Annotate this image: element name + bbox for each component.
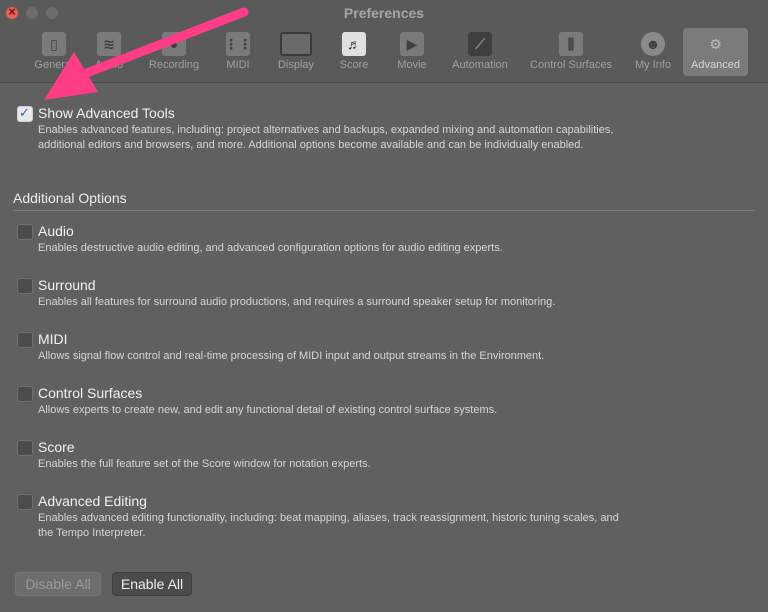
advanced-editing-desc-line1: Enables advanced editing functionality, … xyxy=(38,512,619,524)
tab-audio-label: Audio xyxy=(94,59,124,71)
show-advanced-tools-checkbox[interactable] xyxy=(17,105,33,122)
disable-all-button[interactable]: Disable All xyxy=(15,572,101,596)
surround-option-label[interactable]: Surround xyxy=(38,277,96,293)
advanced-editing-checkbox[interactable] xyxy=(17,494,33,510)
tab-advanced[interactable]: ⚙ Advanced xyxy=(683,28,748,76)
control-surfaces-option-label[interactable]: Control Surfaces xyxy=(38,385,142,401)
control-surfaces-checkbox[interactable] xyxy=(17,386,33,402)
general-icon: ▯ xyxy=(42,32,66,56)
gear-icon: ⚙ xyxy=(709,35,722,52)
tab-movie[interactable]: ▶ Movie xyxy=(390,28,434,76)
tab-movie-label: Movie xyxy=(397,59,427,71)
display-icon xyxy=(280,32,312,56)
tab-my-info-label: My Info xyxy=(634,59,672,71)
surround-option-description: Enables all features for surround audio … xyxy=(38,296,556,308)
tab-my-info[interactable]: ☻ My Info xyxy=(628,28,678,76)
automation-icon: ⟋ xyxy=(468,32,492,56)
tab-general-label: General xyxy=(34,59,74,71)
preferences-window: Preferences ▯ General ≋ Audio ● Recordin… xyxy=(0,0,768,612)
tab-recording-label: Recording xyxy=(148,59,200,71)
tab-display[interactable]: Display xyxy=(270,28,322,76)
tab-midi-label: MIDI xyxy=(226,59,250,71)
score-option-label[interactable]: Score xyxy=(38,439,75,455)
tab-automation[interactable]: ⟋ Automation xyxy=(444,28,516,76)
show-advanced-tools-description: Enables advanced features, including: pr… xyxy=(38,123,728,153)
surround-checkbox[interactable] xyxy=(17,278,33,294)
movie-icon: ▶ xyxy=(400,32,424,56)
score-checkbox[interactable] xyxy=(17,440,33,456)
control-surfaces-icon: ⫼ xyxy=(559,32,583,56)
tab-audio[interactable]: ≋ Audio xyxy=(84,28,134,76)
advanced-editing-option-label[interactable]: Advanced Editing xyxy=(38,493,147,509)
show-advanced-tools-desc-line1: Enables advanced features, including: pr… xyxy=(38,124,614,136)
score-option-description: Enables the full feature set of the Scor… xyxy=(38,458,371,470)
tab-display-label: Display xyxy=(277,59,315,71)
tab-control-surfaces-label: Control Surfaces xyxy=(530,59,612,71)
control-surfaces-option-description: Allows experts to create new, and edit a… xyxy=(38,404,498,416)
title-bar: Preferences ▯ General ≋ Audio ● Recordin… xyxy=(0,0,768,83)
advanced-editing-desc-line2: the Tempo Interpreter. xyxy=(38,527,146,539)
audio-option-description: Enables destructive audio editing, and a… xyxy=(38,242,503,254)
my-info-icon: ☻ xyxy=(641,32,665,56)
show-advanced-tools-label[interactable]: Show Advanced Tools xyxy=(38,105,175,121)
audio-checkbox[interactable] xyxy=(17,224,33,240)
show-advanced-tools-desc-line2: additional editors and browsers, and mor… xyxy=(38,139,584,151)
preferences-toolbar: ▯ General ≋ Audio ● Recording ⋮⋮ MIDI Di… xyxy=(0,28,768,78)
advanced-editing-option-description: Enables advanced editing functionality, … xyxy=(38,511,728,541)
recording-icon: ● xyxy=(162,32,186,56)
audio-option-label[interactable]: Audio xyxy=(38,223,74,239)
tab-midi[interactable]: ⋮⋮ MIDI xyxy=(216,28,260,76)
tab-score[interactable]: ♬ Score xyxy=(334,28,374,76)
tab-control-surfaces[interactable]: ⫼ Control Surfaces xyxy=(522,28,620,76)
tab-automation-label: Automation xyxy=(452,59,508,71)
enable-all-button[interactable]: Enable All xyxy=(112,572,192,596)
score-icon: ♬ xyxy=(342,32,366,56)
tab-recording[interactable]: ● Recording xyxy=(140,28,208,76)
section-divider xyxy=(13,210,755,211)
midi-icon: ⋮⋮ xyxy=(224,32,252,56)
window-title: Preferences xyxy=(343,5,425,21)
audio-icon: ≋ xyxy=(97,32,121,56)
additional-options-heading: Additional Options xyxy=(13,190,127,206)
tab-advanced-label: Advanced xyxy=(691,59,740,71)
midi-option-description: Allows signal flow control and real-time… xyxy=(38,350,545,362)
midi-checkbox[interactable] xyxy=(17,332,33,348)
midi-option-label[interactable]: MIDI xyxy=(38,331,68,347)
tab-general[interactable]: ▯ General xyxy=(26,28,82,76)
tab-score-label: Score xyxy=(339,59,369,71)
